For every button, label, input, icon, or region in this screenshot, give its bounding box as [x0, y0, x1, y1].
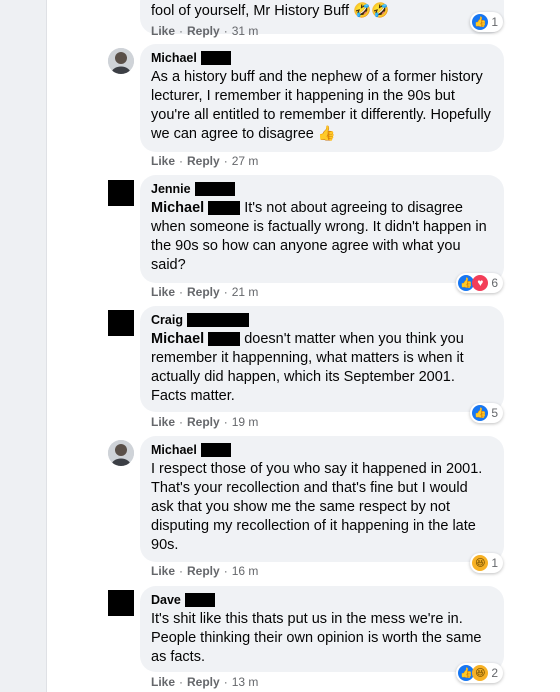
reactions-badge[interactable]: 👍 😆 2 [456, 663, 503, 683]
like-button[interactable]: Like [151, 154, 175, 168]
reply-button[interactable]: Reply [187, 675, 220, 689]
reactions-badge[interactable]: 👍 1 [470, 12, 503, 32]
reply-button[interactable]: Reply [187, 154, 220, 168]
like-icon: 👍 [472, 405, 489, 421]
timestamp[interactable]: 19 m [232, 415, 259, 429]
avatar[interactable] [108, 590, 134, 616]
reaction-count: 1 [491, 15, 498, 29]
comment-actions: Like · Reply · 16 m [151, 564, 259, 578]
redaction [200, 51, 231, 65]
left-rail [0, 0, 47, 692]
avatar[interactable] [108, 180, 134, 206]
like-button[interactable]: Like [151, 675, 175, 689]
comment-author[interactable]: Jennie [151, 181, 494, 197]
comment-actions: Like · Reply · 13 m [151, 675, 259, 689]
comment-bubble: Jennie Michael It's not about agreeing to… [140, 175, 504, 283]
comment-author[interactable]: Dave [151, 592, 494, 608]
reply-button[interactable]: Reply [187, 415, 220, 429]
comment-actions: Like · Reply · 21 m [151, 285, 259, 299]
comment-text: fool of yourself, Mr History Buff 🤣🤣 [151, 3, 390, 19]
avatar[interactable] [108, 440, 134, 466]
redaction [208, 332, 241, 347]
comment-bubble: Michael I respect those of you who say i… [140, 436, 504, 562]
reaction-count: 5 [491, 406, 498, 420]
like-button[interactable]: Like [151, 285, 175, 299]
comment-bubble: Craig Michael doesn't matter when you thi… [140, 306, 504, 412]
reaction-count: 1 [491, 556, 498, 570]
like-icon: 👍 [472, 14, 489, 30]
reply-button[interactable]: Reply [187, 24, 220, 38]
redaction [184, 593, 215, 607]
redaction [200, 443, 231, 457]
comment-actions: Like · Reply · 27 m [151, 154, 259, 168]
comment-text: I respect those of you who say it happen… [151, 461, 483, 553]
timestamp[interactable]: 13 m [232, 675, 259, 689]
comment-actions: Like · Reply · 19 m [151, 415, 259, 429]
comment-text: It's shit like this thats put us in the … [151, 611, 482, 665]
comment-author[interactable]: Michael [151, 50, 494, 66]
haha-icon: 😆 [472, 665, 489, 681]
timestamp[interactable]: 27 m [232, 154, 259, 168]
comment-text: As a history buff and the nephew of a fo… [151, 69, 491, 142]
like-button[interactable]: Like [151, 24, 175, 38]
reply-button[interactable]: Reply [187, 285, 220, 299]
reactions-badge[interactable]: 😆 1 [470, 553, 503, 573]
comment-bubble: Dave It's shit like this thats put us in… [140, 586, 504, 672]
comment-author[interactable]: Craig [151, 312, 494, 328]
mention-link[interactable]: Michael [151, 331, 204, 347]
reactions-badge[interactable]: 👍 ♥ 6 [456, 273, 503, 293]
like-button[interactable]: Like [151, 564, 175, 578]
reaction-count: 2 [491, 666, 498, 680]
redaction [194, 182, 235, 196]
comment-text: Michael doesn't matter when you think you… [151, 331, 464, 404]
comment-text: Michael It's not about agreeing to disagr… [151, 200, 487, 273]
avatar-photo [108, 440, 134, 466]
redaction [186, 313, 249, 327]
avatar[interactable] [108, 48, 134, 74]
timestamp[interactable]: 31 m [232, 24, 259, 38]
reaction-count: 6 [491, 276, 498, 290]
avatar-photo [108, 48, 134, 74]
redaction [208, 201, 241, 216]
haha-icon: 😆 [472, 555, 489, 571]
love-icon: ♥ [472, 275, 489, 291]
comment-author[interactable]: Michael [151, 442, 494, 458]
timestamp[interactable]: 16 m [232, 564, 259, 578]
avatar[interactable] [108, 310, 134, 336]
comment-bubble: Michael As a history buff and the nephew… [140, 44, 504, 152]
comment-actions: Like · Reply · 31 m [151, 24, 259, 38]
reply-button[interactable]: Reply [187, 564, 220, 578]
like-button[interactable]: Like [151, 415, 175, 429]
reactions-badge[interactable]: 👍 5 [470, 403, 503, 423]
timestamp[interactable]: 21 m [232, 285, 259, 299]
mention-link[interactable]: Michael [151, 200, 204, 216]
